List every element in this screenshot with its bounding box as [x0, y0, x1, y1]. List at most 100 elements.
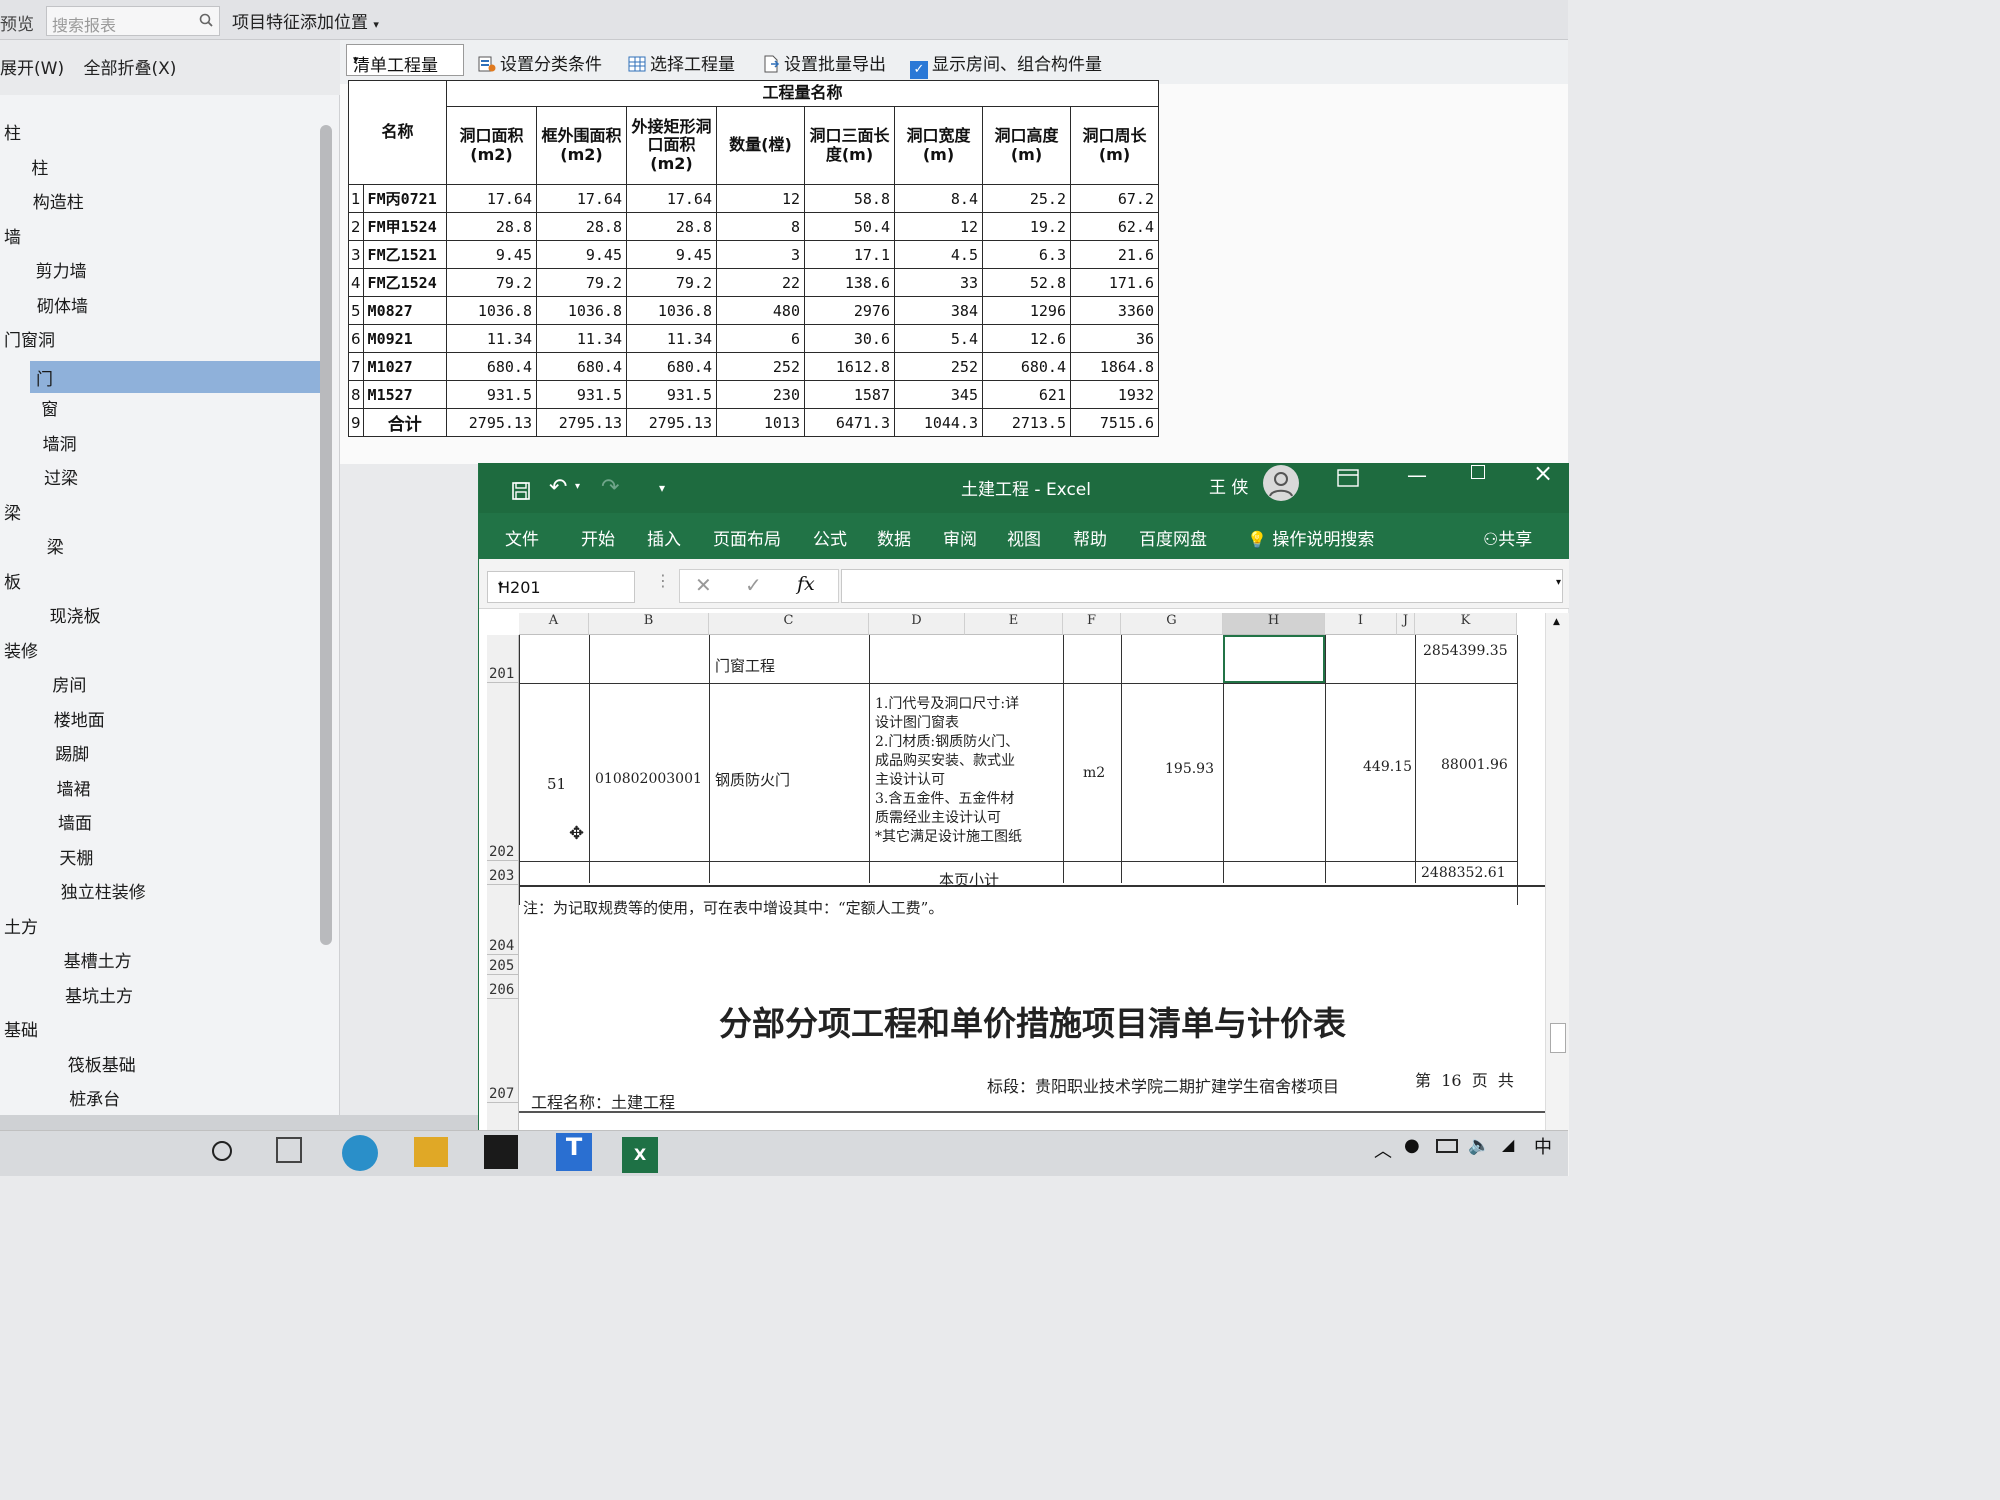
tree-item[interactable]: 柱 — [4, 119, 21, 144]
maximize-icon[interactable] — [1471, 465, 1485, 479]
tree-scrollbar[interactable] — [320, 125, 332, 945]
cell-a202[interactable]: 51 — [547, 775, 566, 793]
row-header[interactable]: 206 — [487, 975, 519, 999]
cell-k201[interactable]: 2854399.35 — [1423, 643, 1508, 659]
column-header[interactable]: C — [709, 613, 869, 635]
section-label[interactable]: 标段：贵阳职业技术学院二期扩建学生宿舍楼项目 — [987, 1073, 1339, 1097]
collapse-all-button[interactable]: 全部折叠(X) — [83, 59, 176, 79]
file-explorer-icon[interactable] — [414, 1137, 448, 1167]
tree-item[interactable]: 楼地面 — [54, 706, 105, 731]
cell-f202[interactable]: m2 — [1083, 765, 1105, 781]
cell-c202[interactable]: 钢质防火门 — [715, 769, 790, 790]
user-name[interactable]: 王 侠 — [1209, 473, 1248, 498]
tree-item[interactable]: 梁 — [47, 533, 64, 558]
tree-item[interactable]: 基槽土方 — [64, 947, 132, 972]
glodon-app-icon[interactable]: T — [556, 1133, 592, 1171]
minimize-icon[interactable]: — — [1407, 463, 1427, 487]
column-header[interactable]: B — [589, 613, 709, 635]
table-row[interactable]: 1 FM丙0721 17.64 17.64 17.64 12 58.8 8.4 25.2 67.2 — [348, 184, 1159, 213]
chevron-up-icon[interactable]: ︿ — [1374, 1137, 1392, 1163]
formula-input[interactable] — [841, 569, 1563, 603]
page-number[interactable]: 第 16 页 共 — [1415, 1067, 1514, 1091]
app-icon[interactable] — [484, 1135, 518, 1169]
batch-export-button[interactable]: 设置批量导出 — [762, 50, 886, 75]
tree-item[interactable]: 砌体墙 — [37, 292, 88, 317]
enter-check-icon[interactable]: ✓ — [745, 573, 762, 597]
close-icon[interactable]: × — [1533, 459, 1553, 487]
search-input[interactable]: 搜索报表 — [52, 12, 116, 36]
row-header[interactable]: 204 — [487, 885, 519, 955]
page-subtotal-value[interactable]: 2488352.61 — [1421, 865, 1506, 881]
row-header[interactable]: 202 — [487, 683, 519, 861]
cell-g202[interactable]: 195.93 — [1165, 761, 1214, 777]
edge-browser-icon[interactable] — [342, 1135, 378, 1171]
tree-item[interactable]: 柱 — [31, 154, 48, 179]
set-category-button[interactable]: 设置分类条件 — [478, 50, 602, 75]
column-header[interactable]: I — [1325, 613, 1397, 635]
ribbon-tab[interactable]: 文件 — [505, 525, 539, 550]
more-options-icon[interactable]: ⋮ — [655, 571, 671, 590]
table-row[interactable]: 3 FM乙1521 9.45 9.45 9.45 3 17.1 4.5 6.3 21.6 — [348, 240, 1159, 269]
column-header[interactable]: J — [1397, 613, 1415, 635]
worksheet-grid[interactable]: ABCDEFGHIJK 201202203204205206207208 门窗工… — [487, 613, 1569, 1176]
row-header[interactable]: 205 — [487, 955, 519, 975]
tree-item[interactable]: 土方 — [4, 913, 38, 938]
chevron-down-icon[interactable]: ▾ — [575, 481, 580, 492]
undo-icon[interactable]: ↶ — [549, 475, 567, 500]
task-view-icon[interactable] — [276, 1137, 302, 1163]
column-header[interactable]: G — [1121, 613, 1223, 635]
tree-item[interactable]: 装修 — [4, 637, 38, 662]
active-cell-h201[interactable] — [1223, 635, 1325, 683]
vertical-scrollbar[interactable]: ▲ — [1545, 613, 1569, 1176]
tree-item[interactable]: 构造柱 — [33, 188, 84, 213]
preview-label[interactable]: 预览 — [0, 10, 34, 35]
tree-item[interactable]: 独立柱装修 — [61, 878, 146, 903]
scroll-up-icon[interactable]: ▲ — [1553, 617, 1560, 627]
tree-item[interactable]: 基坑土方 — [65, 982, 133, 1007]
column-header[interactable]: D — [869, 613, 965, 635]
cell-k202[interactable]: 88001.96 — [1441, 757, 1508, 773]
tree-item[interactable]: 基础 — [4, 1016, 38, 1041]
tree-item[interactable]: 窗 — [41, 395, 58, 420]
page-subtotal-label[interactable]: 本页小计 — [939, 869, 999, 890]
ribbon-tab[interactable]: 页面布局 — [713, 525, 781, 550]
qq-tray-icon[interactable]: ● — [1404, 1135, 1420, 1156]
ribbon-tab[interactable]: 视图 — [1007, 525, 1041, 550]
column-header[interactable]: K — [1415, 613, 1517, 635]
tree-item[interactable]: 墙 — [4, 223, 21, 248]
tree-item[interactable]: 门 — [30, 360, 322, 393]
ribbon-display-icon[interactable] — [1337, 469, 1359, 487]
tree-item[interactable]: 筏板基础 — [68, 1051, 136, 1076]
tree-item[interactable]: 梁 — [4, 499, 21, 524]
ribbon-tab[interactable]: 开始 — [581, 525, 615, 550]
ribbon-tab[interactable]: 公式 — [813, 525, 847, 550]
row-header[interactable]: 207 — [487, 999, 519, 1103]
column-header[interactable]: H — [1223, 613, 1325, 635]
column-header[interactable]: F — [1063, 613, 1121, 635]
report-title[interactable]: 分部分项工程和单价措施项目清单与计价表 — [719, 997, 1346, 1045]
volume-icon[interactable]: 🔈 — [1468, 1135, 1490, 1156]
fx-insert-function-button[interactable]: fx — [797, 573, 815, 595]
ime-indicator[interactable]: 中 — [1534, 1133, 1552, 1159]
tree-item[interactable]: 墙面 — [58, 809, 92, 834]
table-row[interactable]: 8 M1527 931.5 931.5 931.5 230 1587 345 621 1932 — [348, 380, 1159, 409]
ribbon-tab[interactable]: 插入 — [647, 525, 681, 550]
tree-item[interactable]: 墙裙 — [57, 775, 91, 800]
scroll-thumb[interactable] — [1550, 1023, 1566, 1053]
tell-me-search[interactable]: 💡 操作说明搜索 — [1247, 525, 1374, 550]
expand-all-button[interactable]: 展开(W) — [0, 59, 64, 79]
row-header[interactable]: 203 — [487, 861, 519, 885]
cell-i202[interactable]: 449.15 — [1363, 759, 1412, 775]
table-row[interactable]: 7 M1027 680.4 680.4 680.4 252 1612.8 252 680.4 18… — [348, 352, 1159, 381]
column-header[interactable]: E — [965, 613, 1063, 635]
wifi-icon[interactable]: ◢ — [1502, 1135, 1514, 1154]
ribbon-tab[interactable]: 百度网盘 — [1139, 525, 1207, 550]
column-header[interactable]: A — [519, 613, 589, 635]
note-text[interactable]: 注：为记取规费等的使用，可在表中增设其中：“定额人工费”。 — [523, 897, 943, 918]
search-icon[interactable] — [212, 1141, 232, 1161]
search-box[interactable]: 搜索报表 — [46, 6, 220, 36]
project-name[interactable]: 工程名称：土建工程 — [531, 1089, 675, 1113]
ribbon-tab[interactable]: 数据 — [877, 525, 911, 550]
tree-item[interactable]: 天棚 — [59, 844, 93, 869]
ribbon-tab[interactable]: 帮助 — [1073, 525, 1107, 550]
